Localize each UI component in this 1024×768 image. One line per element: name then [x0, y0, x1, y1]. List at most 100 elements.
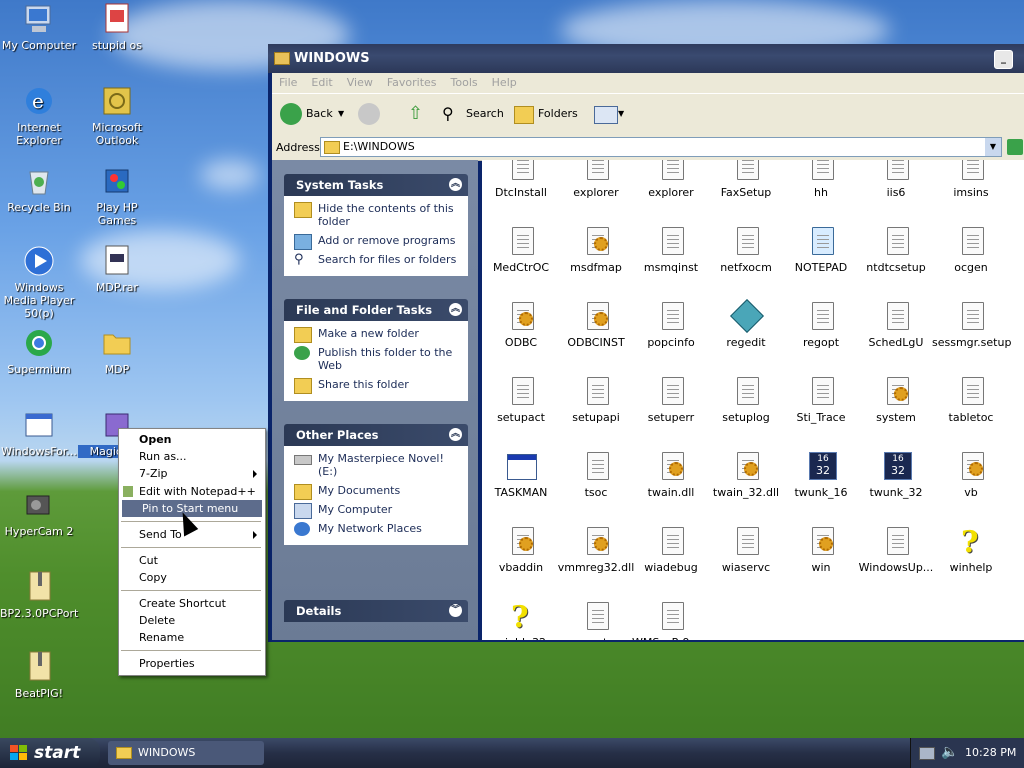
file-item[interactable]: hh [782, 160, 860, 199]
file-item[interactable]: ?winhlp32 [482, 600, 560, 640]
file-item[interactable]: setupact [482, 375, 560, 424]
place-my-computer[interactable]: My Computer [294, 503, 462, 519]
file-item[interactable]: setupapi [557, 375, 635, 424]
menu-create-shortcut[interactable]: Create Shortcut [119, 595, 265, 612]
task-add-remove-programs[interactable]: Add or remove programs [294, 234, 462, 250]
desktop-icon-mdp-rar[interactable]: MDP.rar [78, 244, 156, 294]
file-item[interactable]: ntdtcsetup [857, 225, 935, 274]
file-item[interactable]: netfxocm [707, 225, 785, 274]
task-search-files[interactable]: ⚲ Search for files or folders [294, 253, 462, 267]
forward-button[interactable] [358, 103, 380, 125]
views-icon[interactable] [594, 106, 618, 124]
file-item[interactable]: WMSysPr9.prx [632, 600, 711, 640]
keyboard-icon[interactable] [919, 747, 935, 760]
file-item[interactable]: 16 32 twunk_16 [782, 450, 860, 499]
file-item[interactable]: explorer [557, 160, 635, 199]
menu-copy[interactable]: Copy [119, 569, 265, 586]
file-item[interactable]: msdfmap [557, 225, 635, 274]
minimize-button[interactable]: _ [994, 50, 1013, 69]
back-button[interactable]: Back [306, 103, 333, 125]
file-item[interactable]: popcinfo [632, 300, 710, 349]
file-item[interactable]: wiadebug [632, 525, 710, 574]
file-item[interactable]: setuperr [632, 375, 710, 424]
file-item[interactable]: NOTEPAD [782, 225, 860, 274]
desktop-icon-my-computer[interactable]: My Computer [0, 2, 78, 52]
task-new-folder[interactable]: Make a new folder [294, 327, 462, 343]
file-item[interactable]: tabletoc [932, 375, 1010, 424]
file-item[interactable]: explorer [632, 160, 710, 199]
go-arrow-icon[interactable] [1007, 139, 1023, 155]
file-item[interactable]: MedCtrOC [482, 225, 560, 274]
file-item[interactable]: 16 32 twunk_32 [857, 450, 935, 499]
file-item[interactable]: SchedLgU [857, 300, 935, 349]
menu-edit[interactable]: Edit [304, 73, 339, 92]
desktop-icon-windows-media-player[interactable]: Windows Media Player 50(p) [0, 244, 78, 320]
taskbar-item-windows[interactable]: WINDOWS [108, 741, 264, 765]
file-item[interactable]: iis6 [857, 160, 935, 199]
collapse-icon[interactable]: ︽ [449, 428, 462, 441]
file-item[interactable]: wmsetup [557, 600, 635, 640]
address-input[interactable]: E:\WINDOWS ▼ [320, 137, 1002, 157]
file-item[interactable]: ODBC [482, 300, 560, 349]
task-share-folder[interactable]: Share this folder [294, 378, 462, 394]
desktop-icon-bp2[interactable]: BP2.3.0PCPort [0, 570, 78, 620]
file-item[interactable]: FaxSetup [707, 160, 785, 199]
menu-view[interactable]: View [340, 73, 380, 92]
file-item[interactable]: wiaservc [707, 525, 785, 574]
menu-rename[interactable]: Rename [119, 629, 265, 646]
file-item[interactable]: vb [932, 450, 1010, 499]
search-button[interactable]: Search [466, 103, 504, 125]
menu-properties[interactable]: Properties [119, 655, 265, 672]
file-item[interactable]: regopt [782, 300, 860, 349]
file-item[interactable]: vbaddin [482, 525, 560, 574]
desktop-icon-stupid-os[interactable]: stupid os [78, 2, 156, 52]
file-item[interactable]: ODBCINST [557, 300, 635, 349]
file-item[interactable]: Sti_Trace [782, 375, 860, 424]
start-button[interactable]: start [0, 738, 100, 768]
file-item[interactable]: twain_32.dll [707, 450, 785, 499]
menu-delete[interactable]: Delete [119, 612, 265, 629]
file-item[interactable]: ocgen [932, 225, 1010, 274]
menu-cut[interactable]: Cut [119, 552, 265, 569]
panel-header[interactable]: Details ︾ [284, 600, 468, 622]
task-hide-contents[interactable]: Hide the contents of this folder [294, 202, 462, 228]
desktop-icon-mdp-folder[interactable]: MDP [78, 326, 156, 376]
desktop-icon-outlook[interactable]: Microsoft Outlook [78, 84, 156, 147]
views-dropdown-icon[interactable]: ▼ [618, 103, 624, 125]
panel-header[interactable]: System Tasks ︽ [284, 174, 468, 196]
desktop-icon-supermium[interactable]: Supermium [0, 326, 78, 376]
folders-button[interactable]: Folders [538, 103, 578, 125]
menu-open[interactable]: Open [119, 431, 265, 448]
file-item[interactable]: setuplog [707, 375, 785, 424]
collapse-icon[interactable]: ︽ [449, 303, 462, 316]
file-item[interactable]: vmmreg32.dll [557, 525, 635, 574]
file-item[interactable]: sessmgr.setup [932, 300, 1011, 349]
menu-file[interactable]: File [272, 73, 304, 92]
file-item[interactable]: win [782, 525, 860, 574]
title-bar[interactable]: WINDOWS _ [268, 44, 1024, 73]
back-dropdown-icon[interactable]: ▼ [338, 103, 344, 125]
panel-header[interactable]: File and Folder Tasks ︽ [284, 299, 468, 321]
file-item[interactable]: DtcInstall [482, 160, 560, 199]
menu-tools[interactable]: Tools [444, 73, 485, 92]
desktop-icon-hypercam[interactable]: HyperCam 2 [0, 488, 78, 538]
file-item[interactable]: WindowsUp... [857, 525, 935, 574]
file-item[interactable]: msmqinst [632, 225, 710, 274]
place-masterpiece-novel[interactable]: My Masterpiece Novel! (E:) [294, 452, 462, 478]
file-item[interactable]: imsins [932, 160, 1010, 199]
panel-header[interactable]: Other Places ︽ [284, 424, 468, 446]
file-item[interactable]: TASKMAN [482, 450, 560, 499]
desktop-icon-beatpig[interactable]: BeatPIG! [0, 650, 78, 700]
task-publish-web[interactable]: Publish this folder to the Web [294, 346, 462, 372]
desktop-icon-recycle-bin[interactable]: Recycle Bin [0, 164, 78, 214]
volume-icon[interactable]: 🔈 [941, 744, 958, 760]
menu-pin-start[interactable]: Pin to Start menu [122, 500, 262, 517]
address-dropdown-icon[interactable]: ▼ [985, 138, 1001, 156]
place-my-network[interactable]: My Network Places [294, 522, 462, 536]
collapse-icon[interactable]: ︽ [449, 178, 462, 191]
file-item[interactable]: twain.dll [632, 450, 710, 499]
file-item[interactable]: ? winhelp [932, 525, 1010, 574]
place-my-documents[interactable]: My Documents [294, 484, 462, 500]
menu-edit-notepadpp[interactable]: Edit with Notepad++ [119, 483, 265, 500]
expand-icon[interactable]: ︾ [449, 604, 462, 617]
